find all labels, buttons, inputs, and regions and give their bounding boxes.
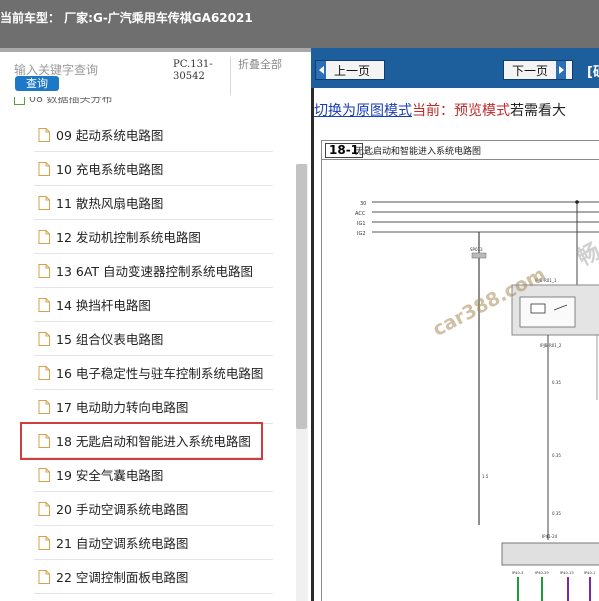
tree-item-label: 14 换挡杆电路图 xyxy=(56,298,151,313)
arrow-right-icon xyxy=(556,61,567,79)
document-icon xyxy=(38,127,50,142)
document-icon xyxy=(38,195,50,210)
tree-item[interactable]: 14 换挡杆电路图 xyxy=(34,288,273,322)
document-icon xyxy=(38,569,50,584)
tree-item-label: 12 发动机控制系统电路图 xyxy=(56,230,201,245)
tree-item-label: 20 手动空调系统电路图 xyxy=(56,502,189,517)
viewer-panel: 上一页 下一页 [砚 切换为原图模式当前：预览模式若需看大 18-1 无匙启动和… xyxy=(311,48,599,601)
tree-item[interactable]: 13 6AT 自动变速器控制系统电路图 xyxy=(34,254,273,288)
bus-label-ig2: IG2 xyxy=(357,231,366,237)
prev-page-button[interactable]: 上一页 xyxy=(315,60,385,80)
tree-item[interactable]: 20 手动空调系统电路图 xyxy=(34,492,273,526)
diagram-title: 无匙启动和智能进入系统电路图 xyxy=(355,147,482,157)
sidebar: 输入关键字查询 查询 PC.131-30542 折叠全部 08 数据插头分布 0… xyxy=(0,52,311,601)
label-ip40-29: IP40-29 xyxy=(535,571,549,575)
tree-item-partial[interactable]: 08 数据插头分布 xyxy=(14,97,214,107)
document-icon xyxy=(38,263,50,278)
tree-item-label: 21 自动空调系统电路图 xyxy=(56,536,189,551)
tree-item-selected[interactable]: 18 无匙启动和智能进入系统电路图 xyxy=(20,422,263,460)
tree-item-label: 18 无匙启动和智能进入系统电路图 xyxy=(56,434,251,449)
relay-body xyxy=(519,296,576,328)
document-icon xyxy=(38,229,50,244)
power-bus-lines xyxy=(372,201,599,233)
label-ip40-13: IP40-13 xyxy=(560,571,574,575)
tree-item-label: 13 6AT 自动变速器控制系统电路图 xyxy=(56,264,254,279)
tree-item-label: 16 电子稳定性与驻车控制系统电路图 xyxy=(56,366,264,381)
tree-item-label: 11 散热风扇电路图 xyxy=(56,196,164,211)
document-icon xyxy=(38,331,50,346)
mode-hint-text: 若需看大 xyxy=(510,103,566,119)
arrow-left-icon xyxy=(316,61,326,79)
document-icon xyxy=(38,161,50,176)
document-icon xyxy=(38,297,50,312)
document-icon xyxy=(38,433,50,448)
circuit-diagram[interactable]: 18-1 无匙启动和智能进入系统电路图 30 ACC IG1 IG2 SP013 xyxy=(321,140,599,601)
document-icon xyxy=(38,399,50,414)
tree-item[interactable]: 11 散热风扇电路图 xyxy=(34,186,273,220)
document-icon xyxy=(38,535,50,550)
pc-code-label: PC.131-30542 xyxy=(173,59,213,82)
switch-original-mode-link[interactable]: 切换为原图模式 xyxy=(314,103,412,119)
diagram-header: 18-1 无匙启动和智能进入系统电路图 xyxy=(322,141,599,160)
tree-item-label: 22 空调控制面板电路图 xyxy=(56,570,189,585)
control-module xyxy=(501,542,599,566)
tree-item[interactable]: 10 充电系统电路图 xyxy=(34,152,273,186)
label-ipjb-r01-2: IPJB-R01_2 xyxy=(540,343,562,348)
folder-icon xyxy=(14,97,25,105)
document-icon xyxy=(38,365,50,380)
label-ip41-24: IP41-24 xyxy=(542,534,558,539)
mode-line: 切换为原图模式当前：预览模式若需看大 xyxy=(314,100,566,120)
tree-item-label: 19 安全气囊电路图 xyxy=(56,468,164,483)
wire-size-3: 0.35 xyxy=(552,511,561,516)
bus-label-acc: ACC xyxy=(355,211,366,217)
prev-page-label: 上一页 xyxy=(334,63,371,78)
tree-item[interactable]: 22 空调控制面板电路图 xyxy=(34,560,273,594)
junction-dot xyxy=(575,200,579,204)
label-ip40-3: IP40-3 xyxy=(512,571,523,575)
next-page-button[interactable]: 下一页 xyxy=(503,60,573,80)
tree-item-label: 09 起动系统电路图 xyxy=(56,128,164,143)
tree-item[interactable]: 16 电子稳定性与驻车控制系统电路图 xyxy=(34,356,273,390)
wire-size-2: 0.35 xyxy=(552,453,561,458)
document-tree: 09 起动系统电路图 10 充电系统电路图 11 散热风扇电路图 12 发动机控制系统… xyxy=(0,118,300,594)
wiring-schematic: 30 ACC IG1 IG2 SP013 IPJB-R01_1 IPJB-R01… xyxy=(355,200,599,601)
vehicle-model-title: 当前车型： 厂家:G-广汽乘用车传祺GA62021 xyxy=(0,11,253,25)
tree-item-label: 10 充电系统电路图 xyxy=(56,162,164,177)
tree-item[interactable]: 12 发动机控制系统电路图 xyxy=(34,220,273,254)
splice-sp013 xyxy=(471,252,487,259)
sidebar-header-divider xyxy=(230,57,231,95)
document-icon xyxy=(38,501,50,516)
wire-size-1: 0.35 xyxy=(552,380,561,385)
tree-item-label: 17 电动助力转向电路图 xyxy=(56,400,189,415)
label-ip40-1: IP40-1 xyxy=(584,571,595,575)
sidebar-scrollbar-thumb[interactable] xyxy=(296,164,307,429)
colored-output-wires xyxy=(517,577,591,601)
tree-item-label: 15 组合仪表电路图 xyxy=(56,332,164,347)
wire-size-4: 1.5 xyxy=(482,474,489,479)
bus-label-ig1: IG1 xyxy=(357,221,366,227)
page-nav-bar: 上一页 下一页 [砚 xyxy=(311,48,599,88)
relay-coil xyxy=(530,303,546,314)
nav-cut-text: [砚 xyxy=(587,65,599,80)
document-view: 切换为原图模式当前：预览模式若需看大 18-1 无匙启动和智能进入系统电路图 3… xyxy=(314,88,599,601)
query-button[interactable]: 查询 xyxy=(15,76,59,91)
collapse-all-button[interactable]: 折叠全部 xyxy=(238,59,282,71)
tree-item-label: 08 数据插头分布 xyxy=(29,97,113,105)
label-sp013: SP013 xyxy=(470,247,483,252)
tree-item[interactable]: 15 组合仪表电路图 xyxy=(34,322,273,356)
bus-label-30: 30 xyxy=(360,201,366,207)
title-bar: 当前车型： 厂家:G-广汽乘用车传祺GA62021 xyxy=(0,0,599,48)
document-icon xyxy=(38,467,50,482)
tree-item[interactable]: 21 自动空调系统电路图 xyxy=(34,526,273,560)
tree-item[interactable]: 19 安全气囊电路图 xyxy=(34,458,273,492)
tree-item[interactable]: 17 电动助力转向电路图 xyxy=(34,390,273,424)
current-mode-text: 当前：预览模式 xyxy=(412,103,510,119)
next-page-label: 下一页 xyxy=(512,63,549,78)
tree-item[interactable]: 09 起动系统电路图 xyxy=(34,118,273,152)
